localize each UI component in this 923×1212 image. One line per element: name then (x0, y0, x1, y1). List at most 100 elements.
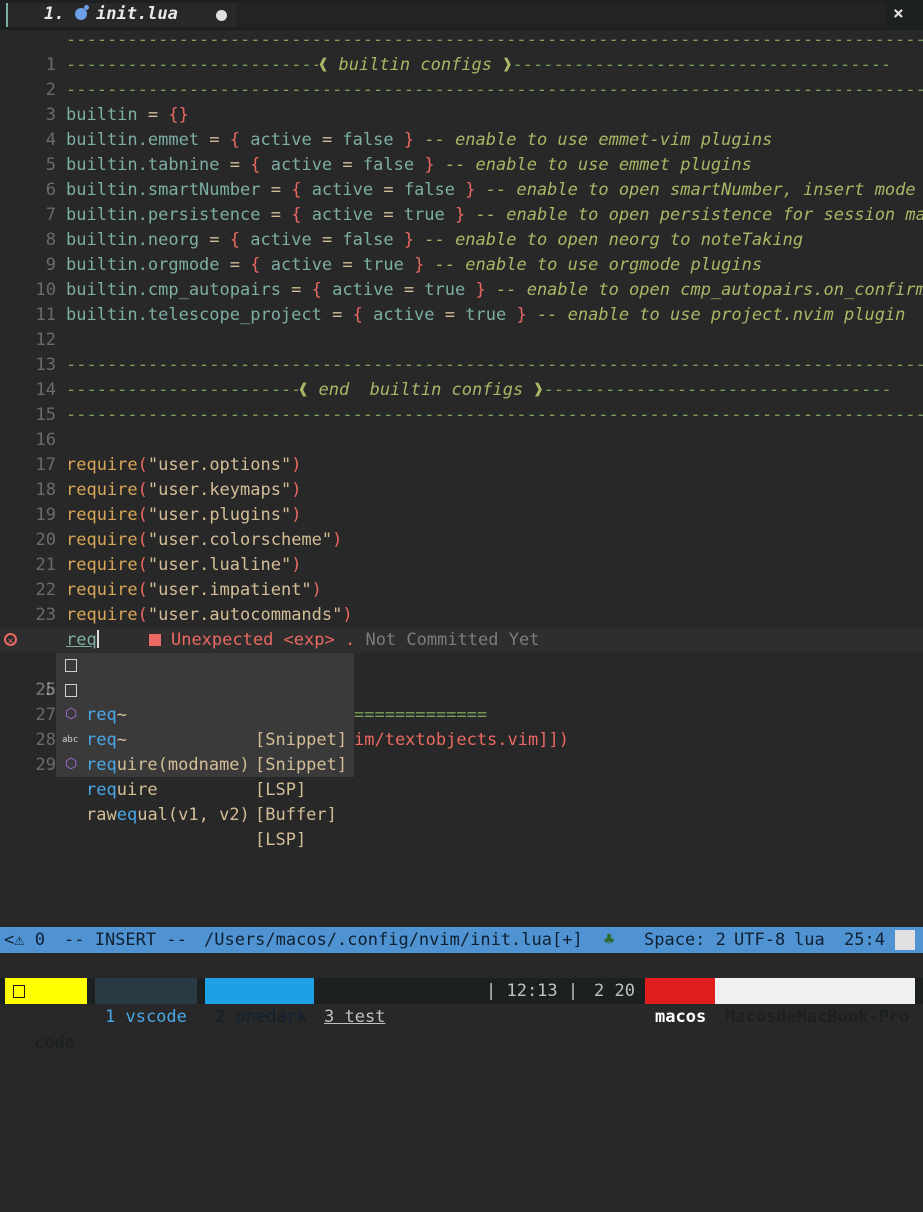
tmux-user: macos (645, 978, 715, 1027)
banner-title: end builtin configs (318, 380, 524, 400)
completion-item[interactable]: req~ [Snippet] (56, 653, 354, 750)
string: "user.impatient" (147, 580, 312, 600)
string: "user.lualine" (147, 555, 292, 575)
table-key: active (270, 255, 333, 275)
mode-indicator: -- INSERT -- (64, 930, 187, 950)
identifier: builtin.neorg (66, 230, 200, 250)
session-name: code (34, 1033, 75, 1053)
boolean: false (362, 155, 415, 175)
indent-info: Space: 2 (644, 930, 726, 950)
cursor-position: 25:4 (844, 930, 885, 950)
encoding: UTF-8 (734, 930, 786, 950)
text-abc-icon: abc (62, 735, 79, 745)
function-call: require (66, 580, 138, 600)
text-cursor (96, 630, 99, 648)
tmux-session[interactable]: code (5, 978, 87, 1053)
code-line: 16 -------------------------------------… (0, 403, 923, 450)
completion-item[interactable]: abc require [Buffer] (56, 728, 354, 825)
comment: -- enable to open persistence for sessio… (475, 205, 923, 225)
cube-icon: ⬡ (65, 706, 78, 722)
boolean: false (342, 130, 394, 150)
banner-close: ❱ (492, 55, 513, 75)
error-sign-icon: × (4, 633, 17, 647)
tab-filename[interactable]: init.lua (96, 4, 178, 24)
operator: = (137, 105, 169, 125)
code-line: 1 --------------------------------------… (0, 28, 923, 75)
completion-source: [LSP] (255, 830, 307, 850)
close-icon[interactable]: × (893, 3, 904, 24)
boolean: true (403, 205, 445, 225)
code-line: 4 builtin = {} (0, 103, 923, 150)
code-line: 7 builtin.smartNumber = { active = false… (0, 178, 923, 225)
table-key: active (250, 130, 312, 150)
window-label: 3 test (324, 1007, 386, 1027)
identifier: builtin.persistence (66, 205, 261, 225)
window-icon (13, 985, 25, 998)
code-line: 12 builtin.telescope_project = { active … (0, 303, 923, 350)
code-line: 15 -------------------------------------… (0, 378, 923, 425)
boolean: false (403, 180, 456, 200)
table-key: active (250, 230, 312, 250)
snippet-icon (65, 684, 77, 697)
code-line: 24 require("user.autocommands") (0, 603, 923, 650)
filetype: lua (794, 930, 825, 950)
code-line: 3 --------------------------------------… (0, 78, 923, 125)
completion-item[interactable]: ⬡ rawequal(v1, v2) [LSP] (56, 753, 354, 850)
completion-source: [LSP] (255, 780, 307, 800)
diagnostic-count[interactable]: <⚠ 0 (4, 927, 45, 953)
tmux-window-1[interactable]: 1 vscode (95, 978, 197, 1027)
tab-bar: 1. init.lua × (0, 0, 923, 30)
cube-icon: ⬡ (65, 756, 78, 772)
completion-menu[interactable]: req~ [Snippet] req~ [Snippet] ⬡ require(… (56, 653, 354, 850)
tmux-window-2[interactable]: 2 onedark (205, 978, 314, 1027)
separator-comment: ----------------------------------------… (66, 80, 923, 100)
banner-open: ❰ (298, 380, 319, 400)
code-line: 19 require("user.keymaps") (0, 478, 923, 525)
code-line: 14 -------------------------------------… (0, 353, 923, 400)
statusline-end-block (895, 930, 915, 950)
table-literal: {} (168, 105, 189, 125)
tree-icon: ♣ (604, 930, 615, 950)
completion-item[interactable]: req~ [Snippet] (56, 678, 354, 775)
completion-item[interactable]: ⬡ require(modname) [LSP] (56, 703, 354, 800)
code-line: 13 (0, 328, 923, 375)
comment: -- enable to open smartNumber, insert mo… (485, 180, 923, 200)
error-square-icon (148, 634, 161, 646)
comment: -- enable to open neorg to noteTaking (424, 230, 804, 250)
code-line: 22 require("user.lualine") (0, 553, 923, 600)
code-line: 6 builtin.tabnine = { active = false } -… (0, 153, 923, 200)
current-line[interactable]: × 25 req Unexpected <exp> . Not Committe… (0, 628, 923, 700)
code-line: 9 builtin.neorg = { active = false } -- … (0, 228, 923, 275)
tmux-clock: | 12:13 | (486, 981, 579, 1001)
separator-right: ----------------------------------------… (512, 55, 888, 75)
boolean: true (362, 255, 404, 275)
identifier: builtin.smartNumber (66, 180, 261, 200)
string: "user.plugins" (147, 505, 292, 525)
table-key: active (373, 305, 435, 325)
separator-right: ----------------------------------------… (543, 380, 889, 400)
code-line: 17 (0, 428, 923, 475)
window-label: 2 onedark (215, 1007, 308, 1027)
separator-left: ----------------------------------------… (66, 55, 318, 75)
string: "user.colorscheme" (147, 530, 333, 550)
function-call: require (66, 555, 138, 575)
table-key: active (332, 280, 394, 300)
completion-source: [Buffer] (255, 805, 337, 825)
separator-comment: ----------------------------------------… (66, 405, 923, 425)
string: "user.options" (147, 455, 292, 475)
code-line: 8 builtin.persistence = { active = true … (0, 203, 923, 250)
tmux-window-3[interactable]: 3 test (316, 978, 406, 1027)
identifier: builtin.cmp_autopairs (66, 280, 281, 300)
code-line: 11 builtin.cmp_autopairs = { active = tr… (0, 278, 923, 325)
tmux-status-bar: code 1 vscode 2 onedark 3 test | 12:13 |… (0, 978, 923, 1053)
code-line: 18 require("user.options") (0, 453, 923, 500)
separator-comment: ============= (354, 705, 488, 725)
line-number: 29 (35, 755, 56, 775)
tmux-date: 2 20 (594, 981, 635, 1001)
diagnostic-message: Unexpected <exp> . (170, 630, 356, 650)
user-name: macos (655, 1007, 707, 1027)
boolean: false (342, 230, 394, 250)
banner-open: ❰ (318, 55, 339, 75)
identifier: builtin (66, 105, 138, 125)
function-call: require (66, 480, 138, 500)
